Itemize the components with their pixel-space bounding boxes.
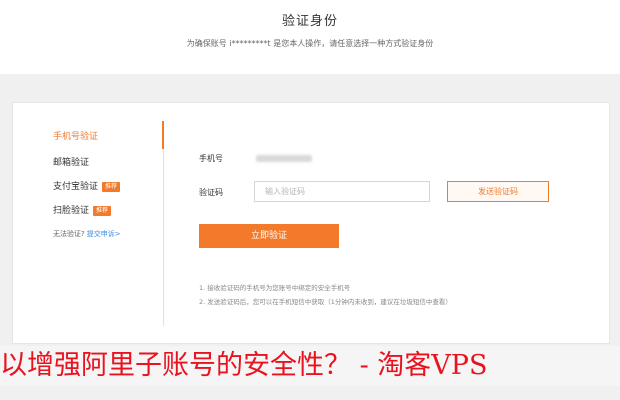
- page-header: 验证身份 为确保账号 i*********t 是您本人操作，请任意选择一种方式验…: [0, 0, 620, 74]
- sidebar-item-face-scan[interactable]: 扫脸验证 推荐: [53, 203, 112, 216]
- verification-code-input[interactable]: [254, 181, 430, 202]
- sidebar-item-email[interactable]: 邮箱验证: [53, 155, 89, 168]
- masked-phone-number: [256, 155, 312, 162]
- phone-label: 手机号: [199, 154, 223, 163]
- page-title: 验证身份: [281, 14, 338, 29]
- sidebar-item-phone[interactable]: 手机号验证: [53, 129, 98, 142]
- verify-panel: 手机号验证 邮箱验证 支付宝验证 推荐 扫脸验证 推荐 无法验证? 提交申诉> 手机号…: [12, 102, 610, 344]
- page-subtitle: 为确保账号 i*********t 是您本人操作，请任意选择一种方式验证身份: [186, 39, 434, 48]
- caption-overlay: 以增强阿里子账号的安全性？ - 淘客VPS: [0, 346, 620, 386]
- sidebar-item-label: 手机号验证: [53, 132, 99, 142]
- send-code-button[interactable]: 发送验证码: [447, 181, 549, 202]
- instruction-note-1: 1. 接收验证码的手机号为您账号中绑定的安全手机号: [199, 284, 351, 292]
- active-indicator: [162, 121, 164, 149]
- instruction-note-2: 2. 发送验证码后，您可以在手机短信中获取（1分钟内未收到，建议在垃圾短信中查看…: [199, 298, 452, 306]
- sidebar-item-label: 支付宝验证: [53, 182, 99, 192]
- sidebar-divider: [163, 121, 164, 326]
- verify-now-button[interactable]: 立即验证: [199, 224, 339, 248]
- verify-method-sidebar: 手机号验证 邮箱验证 支付宝验证 推荐 扫脸验证 推荐 无法验证? 提交申诉>: [13, 103, 164, 343]
- recommend-badge: 推荐: [102, 182, 121, 192]
- submit-appeal-link[interactable]: 提交申诉>: [87, 230, 121, 238]
- code-label: 验证码: [199, 188, 223, 197]
- cannot-verify-label: 无法验证?: [53, 230, 85, 238]
- sidebar-item-alipay[interactable]: 支付宝验证 推荐: [53, 179, 121, 192]
- recommend-badge: 推荐: [93, 206, 112, 216]
- verify-identity-page: 验证身份 为确保账号 i*********t 是您本人操作，请任意选择一种方式验…: [0, 0, 620, 400]
- cannot-verify-text: 无法验证? 提交申诉>: [53, 229, 121, 239]
- sidebar-item-label: 扫脸验证: [53, 206, 90, 216]
- sidebar-item-label: 邮箱验证: [53, 158, 90, 168]
